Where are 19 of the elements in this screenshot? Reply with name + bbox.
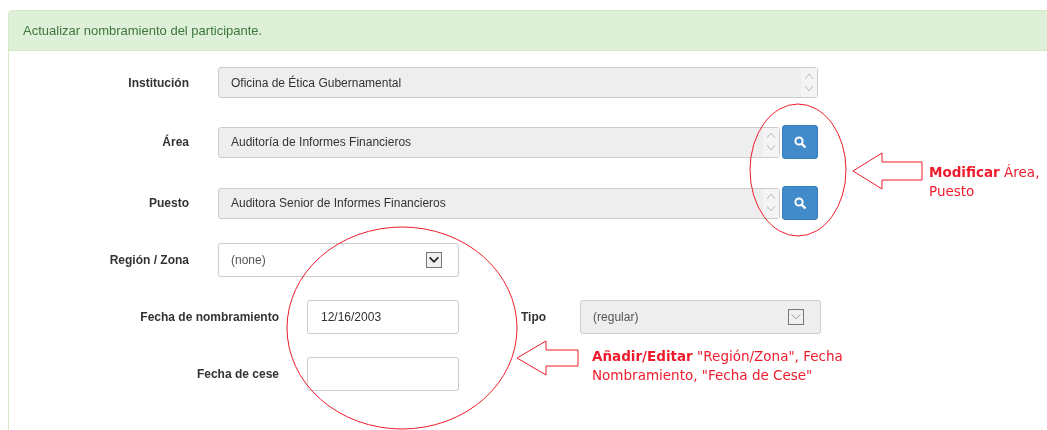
field-label: Área [161,135,189,149]
search-icon [793,196,807,210]
arrow-icon [852,152,924,190]
search-icon [793,135,807,149]
field-label: Región / Zona [108,253,189,267]
field-label: Puesto [148,196,189,210]
field-label: Fecha de cese [195,367,279,381]
date-field[interactable]: 12/16/2003 [307,300,459,334]
field-label: Institución [127,75,189,90]
annotation-text: Añadir/Editar "Región/Zona", Fecha [592,347,843,366]
annotation-text: Nombramiento, "Fecha de Cese" [592,366,814,385]
date-field[interactable] [307,357,459,391]
panel-header: Actualizar nombramiento del participante. [9,11,1047,51]
field-label: Fecha de nombramiento [139,310,279,324]
annotation-text: Puesto [929,182,976,201]
select-field[interactable]: (none) [218,243,459,277]
field-label: Tipo [521,310,547,324]
arrow-icon [516,340,580,376]
annotation-text: Modificar Área, [929,163,1040,182]
